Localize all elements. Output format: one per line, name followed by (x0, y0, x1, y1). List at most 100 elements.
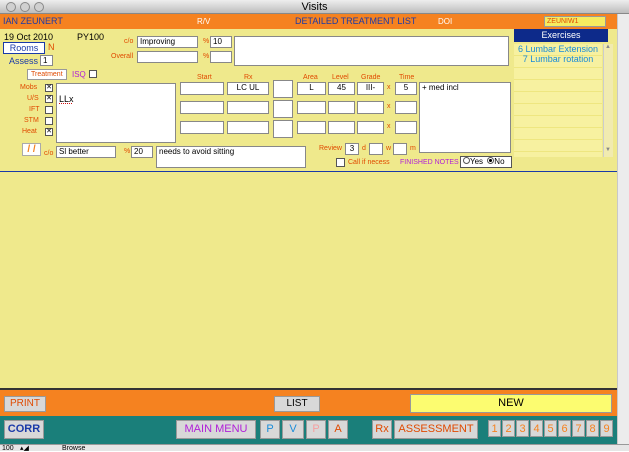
start-column-header: Start (197, 74, 212, 81)
rx-field-row1[interactable]: LC UL (227, 82, 269, 95)
times-label-row1: x (387, 84, 391, 91)
rx-button[interactable]: Rx (372, 420, 392, 439)
review-days-field[interactable] (369, 143, 383, 155)
level-field-row2[interactable] (328, 101, 355, 114)
review-field[interactable]: 3 (345, 143, 359, 155)
treatment-notes-text: LLx (59, 94, 74, 104)
area-field-row3[interactable] (297, 121, 326, 134)
bottom-co-field[interactable]: Sl better (56, 146, 116, 158)
v-button[interactable]: V (282, 420, 304, 439)
close-window-button[interactable] (6, 2, 16, 12)
doi-label: DOI (438, 17, 453, 26)
assess-label: Assess (9, 56, 39, 66)
call-if-necess-checkbox[interactable] (336, 158, 345, 167)
number-button-1[interactable]: 1 (488, 420, 501, 437)
window-vertical-scrollbar[interactable] (617, 14, 629, 444)
pct-field[interactable]: 10 (210, 36, 232, 48)
us-checkbox[interactable]: ✕ (45, 95, 53, 103)
area-field-row2[interactable] (297, 101, 326, 114)
grade-field-row3[interactable] (357, 121, 384, 134)
yes-radio[interactable] (463, 157, 470, 164)
call-if-necess-label: Call if necess (348, 159, 390, 166)
bottom-notes-field[interactable]: needs to avoid sitting (156, 146, 306, 168)
comment-field[interactable]: + med incl (419, 82, 511, 153)
area-field-row1[interactable]: L (297, 82, 326, 95)
rx-field-row3[interactable] (227, 121, 269, 134)
rx-picker-row3[interactable] (273, 120, 293, 138)
new-button[interactable]: NEW (410, 394, 612, 413)
ift-label: IFT (29, 106, 40, 113)
co-field[interactable]: Improving (137, 36, 198, 48)
exercises-button[interactable]: Exercises (514, 29, 608, 42)
ift-checkbox[interactable] (45, 106, 53, 114)
rx-picker-row2[interactable] (273, 100, 293, 118)
exercise-item[interactable]: 7 Lumbar rotation (514, 54, 602, 64)
rx-field-row2[interactable] (227, 101, 269, 114)
window-title: Visits (301, 1, 328, 13)
area-column-header: Area (303, 74, 318, 81)
time-field-row2[interactable] (395, 101, 417, 114)
visit-code: PY100 (77, 32, 105, 42)
time-field-row1[interactable]: 5 (395, 82, 417, 95)
print-button[interactable]: PRINT (4, 396, 46, 412)
p-button[interactable]: P (260, 420, 280, 439)
scroll-down-arrow-icon[interactable]: ▼ (605, 147, 611, 153)
start-field-row2[interactable] (180, 101, 224, 114)
overall-field[interactable] (137, 51, 198, 63)
header-bar: IAN ZEUNERT R/V DETAILED TREATMENT LIST … (0, 14, 617, 29)
number-button-4[interactable]: 4 (530, 420, 543, 437)
isq-label: ISQ (72, 70, 86, 79)
user-code-field[interactable]: ZEUNIW1 (544, 16, 606, 27)
corr-button[interactable]: CORR (4, 420, 44, 439)
rx-column-header: Rx (244, 74, 253, 81)
level-field-row1[interactable]: 45 (328, 82, 355, 95)
number-button-8[interactable]: 8 (586, 420, 599, 437)
visit-form: IAN ZEUNERT R/V DETAILED TREATMENT LIST … (0, 14, 617, 444)
number-button-6[interactable]: 6 (558, 420, 571, 437)
finished-notes-label: FINISHED NOTES (400, 159, 459, 166)
zoom-window-button[interactable] (34, 2, 44, 12)
start-field-row3[interactable] (180, 121, 224, 134)
number-button-9[interactable]: 9 (600, 420, 613, 437)
list-button[interactable]: LIST (274, 396, 320, 412)
weeks-label: w (386, 145, 392, 152)
stm-checkbox[interactable] (45, 117, 53, 125)
heat-checkbox[interactable]: ✕ (45, 128, 53, 136)
rv-label: R/V (197, 17, 211, 26)
treatment-notes-field[interactable]: LLx (56, 83, 176, 143)
finished-notes-radio-group: Yes No (460, 156, 512, 168)
pct-symbol-2: % (203, 53, 210, 60)
grade-field-row1[interactable]: III- (357, 82, 384, 95)
exercises-list[interactable]: 6 Lumbar Extension 7 Lumbar rotation (514, 44, 602, 157)
exercise-item[interactable]: 6 Lumbar Extension (514, 44, 602, 54)
general-notes-field[interactable] (234, 36, 509, 66)
number-button-7[interactable]: 7 (572, 420, 585, 437)
p2-button[interactable]: P (306, 420, 326, 439)
treatment-button[interactable]: Treatment (27, 69, 67, 80)
scroll-up-arrow-icon[interactable]: ▲ (605, 44, 611, 50)
times-label-row3: x (387, 123, 391, 130)
mobs-checkbox[interactable]: ✕ (45, 84, 53, 92)
window-titlebar: Visits (0, 0, 629, 14)
assessment-button[interactable]: ASSESSMENT (394, 420, 478, 439)
grade-field-row2[interactable] (357, 101, 384, 114)
number-button-5[interactable]: 5 (544, 420, 557, 437)
start-field-row1[interactable] (180, 82, 224, 95)
rx-picker-row1[interactable] (273, 80, 293, 98)
main-menu-button[interactable]: MAIN MENU (176, 420, 256, 439)
minimize-window-button[interactable] (20, 2, 30, 12)
number-button-3[interactable]: 3 (516, 420, 529, 437)
date-stamp-button[interactable]: / / (22, 143, 41, 156)
rooms-button[interactable]: Rooms (3, 42, 45, 54)
level-field-row3[interactable] (328, 121, 355, 134)
assess-field[interactable]: 1 (40, 55, 53, 66)
review-weeks-field[interactable] (393, 143, 407, 155)
bottom-pct-field[interactable]: 20 (131, 146, 153, 158)
isq-checkbox[interactable] (89, 70, 97, 78)
pct-field-2[interactable] (210, 51, 232, 63)
time-field-row3[interactable] (395, 121, 417, 134)
exercises-scrollbar[interactable]: ▲ ▼ (603, 44, 613, 157)
a-button[interactable]: A (328, 420, 348, 439)
times-label-row2: x (387, 103, 391, 110)
number-button-2[interactable]: 2 (502, 420, 515, 437)
